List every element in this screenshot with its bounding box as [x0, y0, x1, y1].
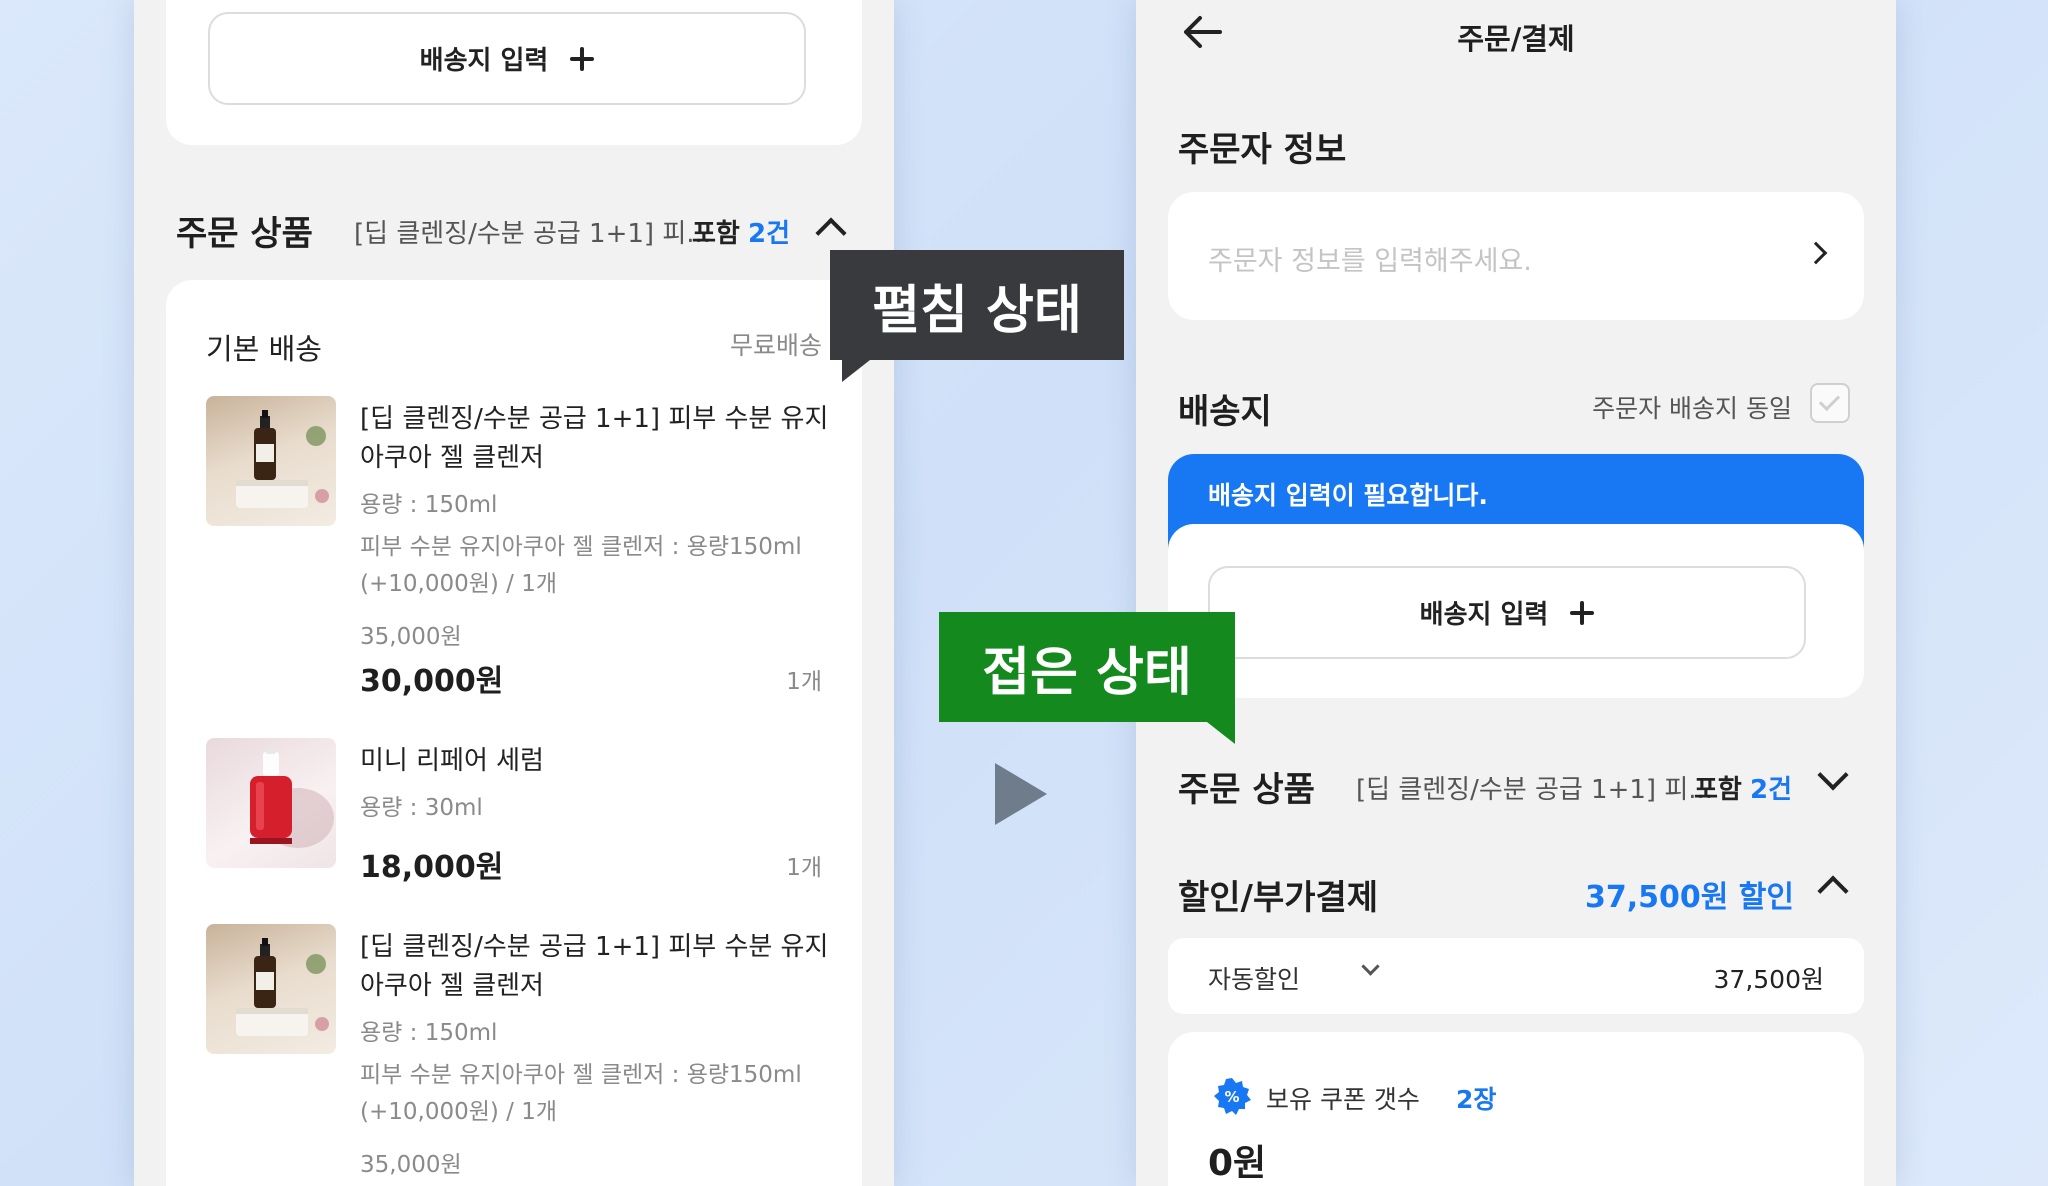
product-name: 미니 리페어 세럼	[360, 746, 544, 776]
product-option: (+10,000원) / 1개	[360, 571, 558, 597]
coupon-count-label: 보유 쿠폰 갯수	[1266, 1085, 1420, 1114]
product-option: 피부 수분 유지아쿠아 젤 클렌저 : 용량150ml	[360, 534, 802, 560]
shipping-fee: 무료배송	[729, 331, 822, 360]
checkmark-icon	[1818, 389, 1841, 412]
chevron-right-icon	[1804, 241, 1828, 265]
coupon-badge-icon: %	[1214, 1078, 1251, 1115]
delivery-input-button[interactable]: 배송지 입력	[1208, 566, 1806, 659]
product-name: [딥 클렌징/수분 공급 1+1] 피부 수분 유지	[360, 404, 829, 434]
expanded-state-screen: 배송지 입력 주문 상품 [딥 클렌징/수분 공급 1+1] 피... 포함 2…	[134, 0, 894, 1186]
chevron-up-icon[interactable]	[1817, 875, 1849, 907]
expanded-state-tag-label: 펼침 상태	[872, 280, 1082, 341]
coupon-count: 2장	[1456, 1085, 1497, 1114]
product-price: 30,000원	[360, 664, 504, 699]
discount-total: 37,500원 할인	[1584, 880, 1794, 915]
order-products-count: 2건	[1750, 775, 1793, 805]
collapsed-state-tag-label: 접은 상태	[982, 642, 1192, 703]
order-products-count: 2건	[748, 219, 791, 249]
product-capacity: 용량 : 150ml	[360, 1020, 498, 1046]
product-thumbnail	[206, 924, 336, 1054]
coupon-amount: 0원	[1208, 1143, 1267, 1184]
chevron-down-icon[interactable]	[1817, 759, 1849, 791]
same-as-orderer-label: 주문자 배송지 동일	[1592, 394, 1792, 423]
address-input-button[interactable]: 배송지 입력	[208, 12, 806, 105]
collapsed-state-screen: 주문/결제 주문자 정보 주문자 정보를 입력해주세요. 배송지 주문자 배송지…	[1136, 0, 1896, 1186]
orderer-info-placeholder: 주문자 정보를 입력해주세요.	[1208, 246, 1532, 277]
product-capacity: 용량 : 30ml	[360, 795, 483, 821]
order-products-title: 주문 상품	[176, 214, 313, 254]
order-products-summary: [딥 클렌징/수분 공급 1+1] 피...	[1356, 775, 1714, 805]
product-capacity: 용량 : 150ml	[360, 492, 498, 518]
coupon-card: % 보유 쿠폰 갯수 2장 0원	[1168, 1032, 1864, 1186]
order-products-summary: [딥 클렌징/수분 공급 1+1] 피...	[354, 219, 712, 249]
orderer-info-title: 주문자 정보	[1178, 130, 1347, 170]
orderer-info-field[interactable]: 주문자 정보를 입력해주세요.	[1168, 192, 1864, 320]
product-thumbnail	[206, 396, 336, 526]
product-price: 18,000원	[360, 850, 504, 885]
order-products-title: 주문 상품	[1178, 770, 1315, 810]
svg-text:%: %	[1224, 1088, 1239, 1106]
product-name: [딥 클렌징/수분 공급 1+1] 피부 수분 유지	[360, 932, 829, 962]
product-original-price: 35,000원	[360, 1152, 462, 1178]
auto-discount-row[interactable]: 자동할인 37,500원	[1168, 938, 1864, 1014]
delivery-input-button-label: 배송지 입력	[1419, 600, 1549, 630]
delivery-required-card: 배송지 입력이 필요합니다. 배송지 입력	[1168, 454, 1864, 698]
chevron-down-icon	[1361, 957, 1380, 976]
transition-arrow-icon	[995, 763, 1047, 825]
address-card: 배송지 입력	[166, 0, 862, 145]
plus-icon	[1570, 600, 1595, 625]
product-option: (+10,000원) / 1개	[360, 1099, 558, 1125]
same-as-orderer-checkbox[interactable]	[1810, 383, 1850, 423]
product-original-price: 35,000원	[360, 624, 462, 650]
address-input-button-label: 배송지 입력	[419, 46, 549, 76]
serum-bottle-image	[250, 748, 334, 848]
product-option: 피부 수분 유지아쿠아 젤 클렌저 : 용량150ml	[360, 1062, 802, 1088]
product-name: 아쿠아 젤 클렌저	[360, 443, 544, 473]
delivery-required-text: 배송지 입력이 필요합니다.	[1208, 481, 1488, 510]
auto-discount-label: 자동할인	[1208, 965, 1301, 994]
product-quantity: 1개	[786, 855, 822, 881]
discount-title: 할인/부가결제	[1178, 878, 1379, 918]
expanded-state-tag: 펼침 상태	[830, 250, 1124, 382]
product-list-card: 기본 배송 무료배송 [딥 클렌징/수분 공급 1+1] 피부 수분 유지 아쿠…	[166, 280, 862, 1186]
cleanser-bottle-image	[236, 410, 329, 508]
shipping-label: 기본 배송	[206, 332, 322, 366]
page-title: 주문/결제	[1457, 22, 1575, 56]
cleanser-bottle-image	[236, 938, 329, 1036]
order-products-included-label: 포함	[1694, 775, 1742, 805]
product-name: 아쿠아 젤 클렌저	[360, 971, 544, 1001]
order-products-included-label: 포함	[692, 219, 740, 249]
chevron-up-icon[interactable]	[815, 217, 847, 249]
product-thumbnail	[206, 738, 336, 868]
collapsed-state-tag: 접은 상태	[939, 612, 1235, 744]
plus-icon	[570, 46, 595, 71]
auto-discount-amount: 37,500원	[1713, 965, 1824, 994]
delivery-title: 배송지	[1178, 392, 1272, 432]
product-quantity: 1개	[786, 669, 822, 695]
